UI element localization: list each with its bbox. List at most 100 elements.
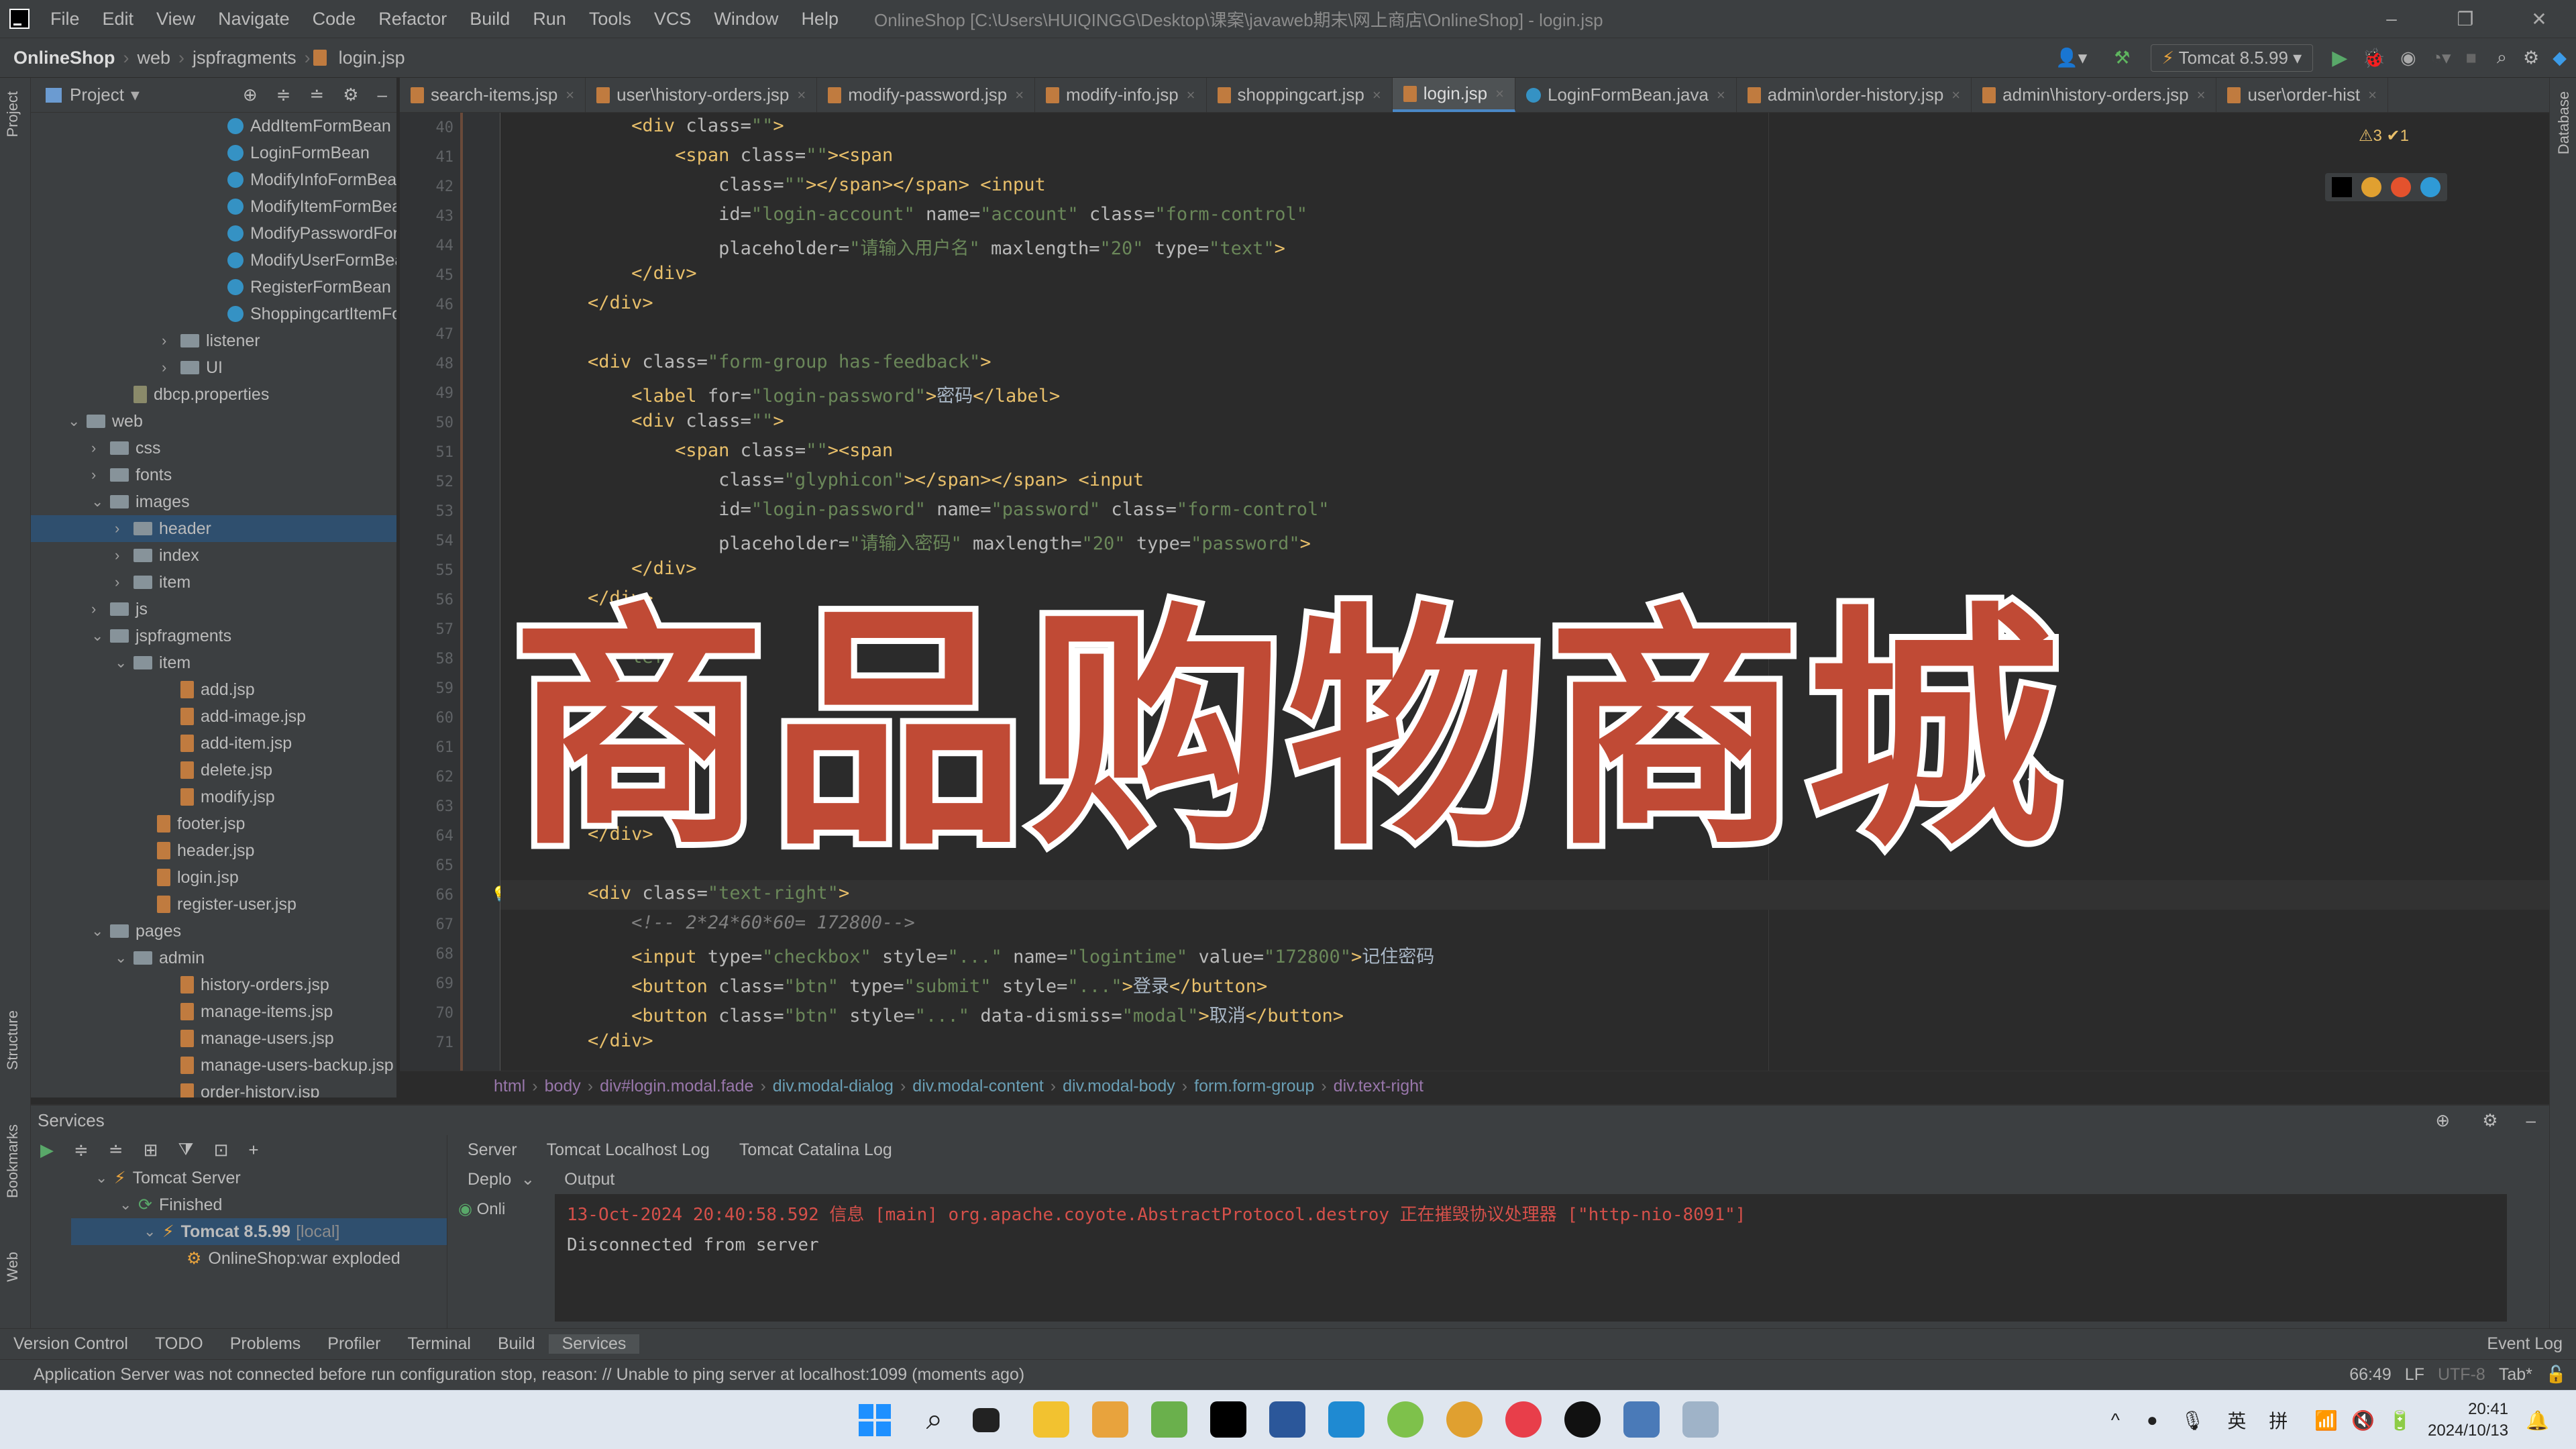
debug-icon[interactable]: 🐞 <box>2362 47 2385 69</box>
file-encoding[interactable]: UTF-8 <box>2438 1365 2485 1385</box>
intellij-browser-icon[interactable] <box>2332 177 2352 197</box>
user-icon[interactable]: 👤▾ <box>2055 47 2087 68</box>
menu-refactor[interactable]: Refactor <box>367 9 458 30</box>
tree-item[interactable]: manage-users-backup.jsp <box>162 1052 394 1079</box>
chevron-up-icon[interactable]: ^ <box>2111 1409 2120 1431</box>
close-tab-icon[interactable]: × <box>1373 87 1381 104</box>
task-view-icon[interactable] <box>973 1408 1000 1432</box>
bookmarks-tool-button[interactable]: Bookmarks <box>4 1124 21 1198</box>
tree-item[interactable]: ⌄ images <box>91 488 190 515</box>
options-gear-icon[interactable]: ⚙ <box>343 85 358 105</box>
tree-item[interactable]: › css <box>91 435 161 462</box>
caret-position[interactable]: 66:49 <box>2349 1365 2392 1385</box>
netease-music-icon[interactable] <box>1505 1401 1542 1438</box>
tree-item[interactable]: AddItemFormBean <box>209 113 391 140</box>
app-icon[interactable] <box>1387 1401 1424 1438</box>
run-icon[interactable]: ▶ <box>2332 46 2347 70</box>
settings-gear-icon[interactable]: ⚙ <box>2523 48 2539 68</box>
editor-tab[interactable]: search-items.jsp × <box>400 78 586 112</box>
word-icon[interactable] <box>1269 1401 1305 1438</box>
tree-item[interactable]: ModifyItemFormBean <box>209 193 396 220</box>
ide-update-icon[interactable]: ◆ <box>2553 48 2567 68</box>
breadcrumb-web[interactable]: web <box>132 48 176 68</box>
tree-item[interactable]: › listener <box>162 327 260 354</box>
line-separator[interactable]: LF <box>2405 1365 2424 1385</box>
menu-file[interactable]: File <box>39 9 91 30</box>
menu-view[interactable]: View <box>145 9 207 30</box>
breadcrumb-jspfragments[interactable]: jspfragments <box>187 48 302 68</box>
breadcrumb-item[interactable]: form.form-group <box>1187 1077 1321 1096</box>
tree-item[interactable]: LoginFormBean <box>209 140 370 166</box>
tool-window-build[interactable]: Build <box>484 1334 549 1354</box>
lock-icon[interactable]: 🔓 <box>2546 1365 2567 1385</box>
close-tab-icon[interactable]: × <box>1717 87 1725 104</box>
app-icon[interactable] <box>1092 1401 1128 1438</box>
run-service-icon[interactable]: ▶ <box>40 1140 54 1161</box>
close-tab-icon[interactable]: × <box>797 87 806 104</box>
breadcrumb-item[interactable]: body <box>538 1077 588 1096</box>
tree-item[interactable]: ModifyPasswordFormBe <box>209 220 396 247</box>
service-item[interactable]: ⚙ OnlineShop:war exploded <box>168 1245 400 1272</box>
vscode-icon[interactable] <box>1328 1401 1364 1438</box>
inspection-widget[interactable]: ⚠3 ✔1 <box>2359 126 2409 146</box>
tree-item[interactable]: RegisterFormBean <box>209 274 391 301</box>
new-tab-icon[interactable]: ⊡ <box>214 1140 229 1161</box>
tree-item[interactable]: ⌄ web <box>68 408 143 435</box>
event-log-button[interactable]: Event Log <box>2473 1334 2576 1354</box>
clock[interactable]: 20:41 2024/10/13 <box>2428 1399 2508 1442</box>
editor-tab[interactable]: admin\order-history.jsp × <box>1737 78 1972 112</box>
close-icon[interactable]: ✕ <box>2502 8 2576 30</box>
qq-tray-icon[interactable]: ● <box>2147 1409 2158 1431</box>
editor-tab[interactable]: user\order-hist × <box>2216 78 2388 112</box>
tree-item[interactable]: › index <box>115 542 199 569</box>
collapse-all-icon[interactable]: ≐ <box>309 85 324 105</box>
add-icon[interactable]: + <box>248 1140 258 1161</box>
collapse-all-icon[interactable]: ≐ <box>109 1140 123 1161</box>
editor-tab[interactable]: LoginFormBean.java × <box>1515 78 1737 112</box>
ime-language[interactable]: 英 <box>2227 1407 2246 1434</box>
editor-tab[interactable]: shoppingcart.jsp × <box>1207 78 1393 112</box>
build-hammer-icon[interactable]: ⚒ <box>2114 48 2130 68</box>
services-tab[interactable]: Tomcat Localhost Log <box>547 1140 710 1160</box>
menu-help[interactable]: Help <box>790 9 850 30</box>
close-tab-icon[interactable]: × <box>1951 87 1960 104</box>
tree-item[interactable]: manage-items.jsp <box>162 998 333 1025</box>
project-view-select[interactable]: Project <box>70 85 124 105</box>
intellij-icon[interactable] <box>1210 1401 1246 1438</box>
tree-item[interactable]: ShoppingcartItemFormB <box>209 301 396 327</box>
search-icon[interactable]: ⌕ <box>916 1401 953 1438</box>
notification-bell-icon[interactable]: 🔔 <box>2526 1409 2549 1432</box>
breadcrumb-item[interactable]: div.text-right <box>1327 1077 1430 1096</box>
filter-icon[interactable]: ⧩ <box>178 1139 193 1161</box>
microphone-icon[interactable]: 🎙 <box>2181 1409 2205 1432</box>
tree-item[interactable]: ⌄ pages <box>91 918 181 945</box>
breadcrumb-file[interactable]: login.jsp <box>333 48 411 68</box>
stop-icon[interactable]: ■ <box>2466 48 2477 68</box>
breadcrumb-project[interactable]: OnlineShop <box>0 48 121 68</box>
deploy-column-label[interactable]: Deplo <box>468 1170 511 1189</box>
profile-icon[interactable]: ◔▾ <box>2431 48 2451 68</box>
group-by-icon[interactable]: ⊞ <box>144 1140 158 1161</box>
add-service-icon[interactable]: ⊕ <box>2435 1110 2450 1131</box>
tool-window-version-control[interactable]: Version Control <box>0 1334 142 1354</box>
volume-mute-icon[interactable]: 🔇 <box>2351 1409 2375 1432</box>
menu-vcs[interactable]: VCS <box>643 9 703 30</box>
breadcrumb-item[interactable]: html <box>487 1077 532 1096</box>
tool-window-todo[interactable]: TODO <box>142 1334 217 1354</box>
menu-navigate[interactable]: Navigate <box>207 9 301 30</box>
tree-item[interactable]: manage-users.jsp <box>162 1025 334 1052</box>
tool-window-profiler[interactable]: Profiler <box>314 1334 394 1354</box>
search-icon[interactable]: ⌕ <box>2497 47 2507 68</box>
windows-start-icon[interactable] <box>856 1401 892 1438</box>
snipping-tool-icon[interactable] <box>1682 1401 1719 1438</box>
tree-item[interactable]: ⌄ admin <box>115 945 205 971</box>
tool-window-terminal[interactable]: Terminal <box>394 1334 484 1354</box>
expand-all-icon[interactable]: ≑ <box>74 1140 89 1161</box>
hide-panel-icon[interactable]: – <box>378 85 387 105</box>
close-tab-icon[interactable]: × <box>2197 87 2206 104</box>
tree-item[interactable]: ModifyInfoFormBean <box>209 166 396 193</box>
menu-build[interactable]: Build <box>458 9 521 30</box>
locate-icon[interactable]: ⊕ <box>243 85 258 105</box>
file-explorer-icon[interactable] <box>1033 1401 1069 1438</box>
web-tool-button[interactable]: Web <box>4 1252 21 1282</box>
